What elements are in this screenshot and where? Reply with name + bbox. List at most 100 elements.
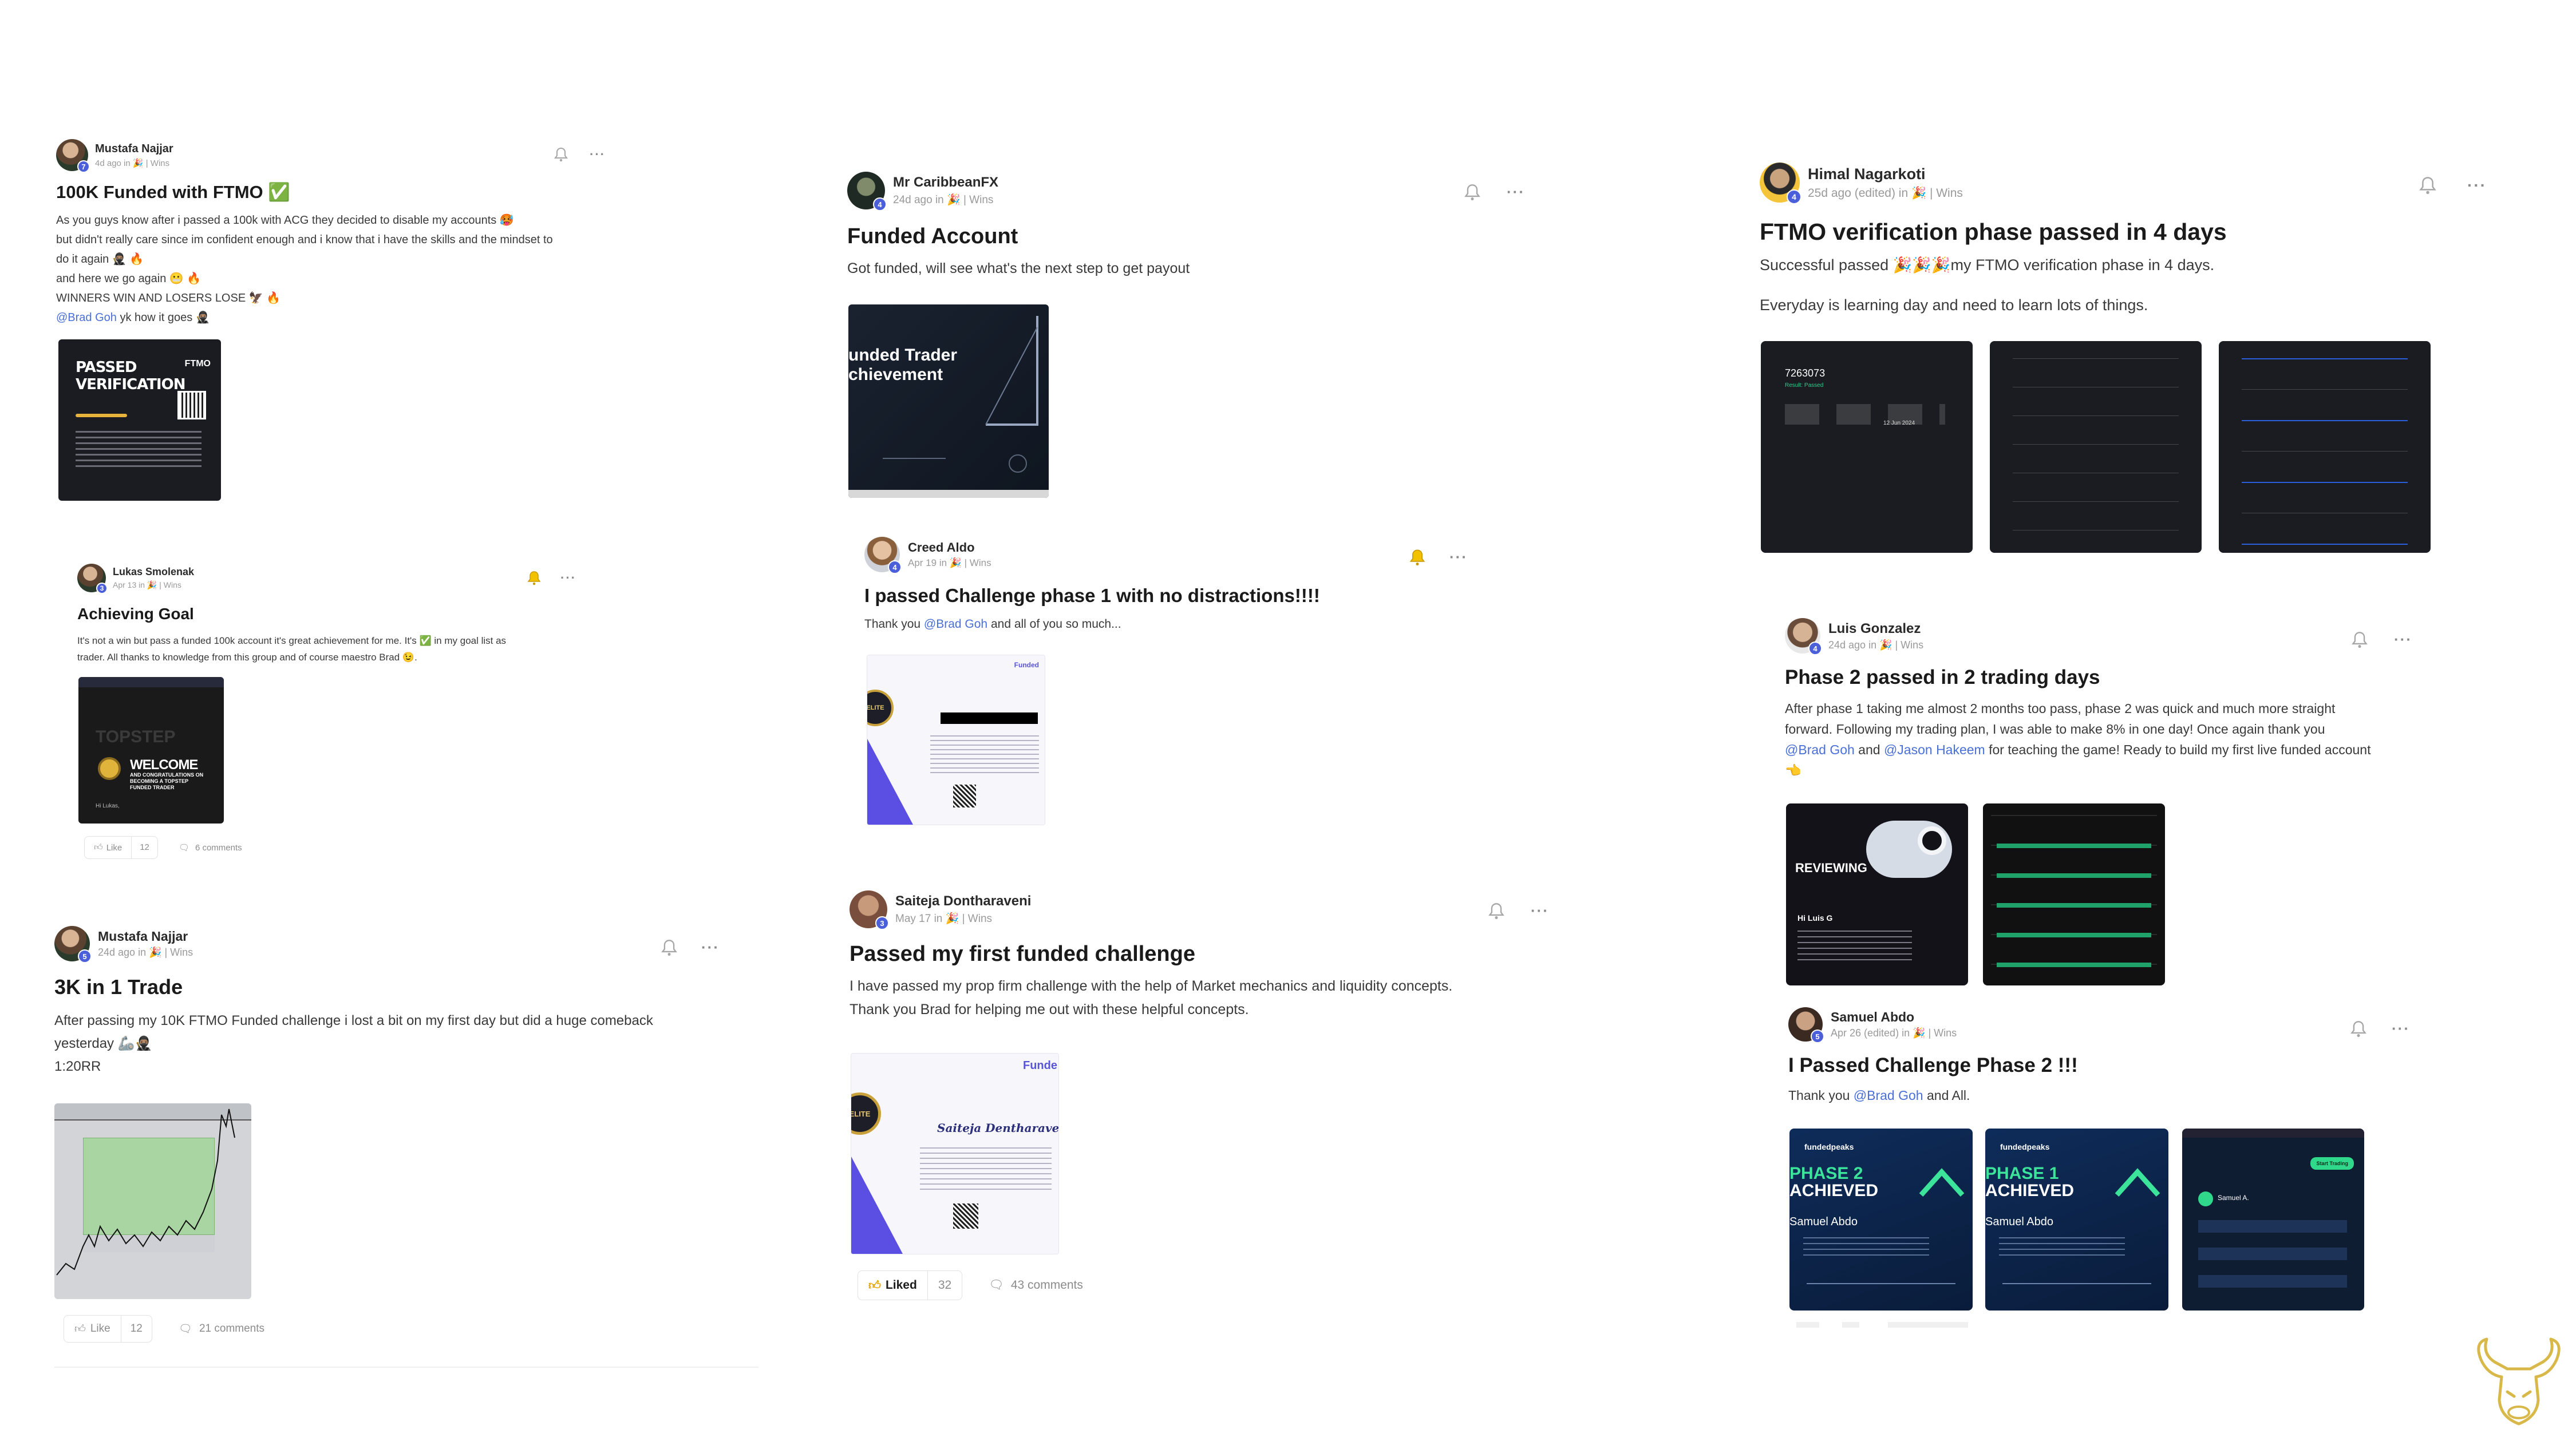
level-badge: 7 xyxy=(77,160,90,173)
more-options-icon[interactable]: ··· xyxy=(590,147,606,162)
level-badge: 3 xyxy=(96,583,108,594)
author-name[interactable]: Lukas Smolenak xyxy=(113,566,194,578)
post-image-topstep-welcome[interactable]: TOPSTEP WELCOME AND CONGRATULATIONS ON B… xyxy=(78,677,224,824)
purple-corner xyxy=(867,739,913,825)
post-image-trade-chart[interactable] xyxy=(54,1103,251,1299)
author-name[interactable]: Himal Nagarkoti xyxy=(1808,165,1963,183)
author-name[interactable]: Mr CaribbeanFX xyxy=(893,175,998,191)
avatar[interactable]: 4 xyxy=(1785,618,1822,655)
author-name[interactable]: Saiteja Dontharaveni xyxy=(895,893,1031,909)
stats-rows xyxy=(2013,358,2179,547)
more-options-icon[interactable]: ··· xyxy=(2392,1020,2410,1038)
avatar[interactable]: 3 xyxy=(77,564,108,594)
comments-count: 21 comments xyxy=(199,1323,265,1335)
post-image-ftmo-certificate[interactable]: PASSED VERIFICATION FTMO xyxy=(58,339,221,501)
post-title[interactable]: FTMO verification phase passed in 4 days xyxy=(1760,219,2447,246)
mention-link[interactable]: @Brad Goh xyxy=(924,617,987,631)
avatar[interactable]: 4 xyxy=(847,172,887,211)
post-image-funded-trader-achievement[interactable]: unded Trader chievement xyxy=(848,304,1049,498)
avatar[interactable]: 5 xyxy=(1788,1007,1824,1043)
funded-logo: Funded xyxy=(1014,661,1039,669)
avatar[interactable]: 7 xyxy=(56,139,90,173)
bell-icon[interactable] xyxy=(527,571,541,585)
post-title[interactable]: I Passed Challenge Phase 2 !!! xyxy=(1788,1054,2447,1077)
price-line xyxy=(56,1108,235,1276)
post-image-funded-certificate[interactable]: ELITE Funde Saiteja Dentharaveni xyxy=(851,1053,1059,1254)
author-name[interactable]: Mustafa Najjar xyxy=(98,929,193,944)
post-image-reviewing[interactable]: REVIEWING Hi Luis G xyxy=(1786,803,1968,985)
post-passed-challenge-phase-2: 5 Samuel Abdo Apr 26 (edited) in 🎉 | Win… xyxy=(1788,1007,2447,1328)
post-image-ftmo-stats[interactable] xyxy=(1990,341,2202,553)
bell-icon[interactable] xyxy=(554,147,568,162)
bell-icon[interactable] xyxy=(1409,549,1425,566)
post-image-trade-history[interactable] xyxy=(1983,803,2165,985)
post-title[interactable]: Achieving Goal xyxy=(77,605,575,623)
post-body-line: 1:20RR xyxy=(54,1059,101,1074)
more-options-icon[interactable]: ··· xyxy=(1449,548,1468,566)
bell-icon[interactable] xyxy=(2419,176,2436,195)
faded-action-bar xyxy=(1796,1322,1968,1328)
post-passed-first-funded-challenge: 3 Saiteja Dontharaveni May 17 in 🎉 | Win… xyxy=(850,890,1565,1300)
more-options-icon[interactable]: ··· xyxy=(1531,902,1549,920)
more-options-icon[interactable]: ··· xyxy=(2394,631,2412,648)
phase-heading: PHASE 2 xyxy=(1789,1164,1863,1183)
avatar[interactable]: 4 xyxy=(1760,163,1801,204)
post-body-line: 👈 xyxy=(1785,763,1801,778)
like-button[interactable]: 👍︎ Like 12 xyxy=(84,836,158,859)
more-options-icon[interactable]: ··· xyxy=(1507,183,1525,201)
post-title[interactable]: 3K in 1 Trade xyxy=(54,975,758,999)
post-title[interactable]: Phase 2 passed in 2 trading days xyxy=(1785,666,2443,689)
author-name[interactable]: Luis Gonzalez xyxy=(1828,621,1923,637)
mention-link[interactable]: @Jason Hakeem xyxy=(1884,742,1985,757)
avatar[interactable]: 4 xyxy=(864,537,902,574)
post-title[interactable]: 100K Funded with FTMO ✅ xyxy=(56,181,617,203)
post-body-line: After passing my 10K FTMO Funded challen… xyxy=(54,1013,653,1028)
email-text-lines xyxy=(1797,931,1912,965)
post-image-funded-certificate[interactable]: ELITE Funded xyxy=(867,655,1045,825)
comments-button[interactable]: 🗨︎ 43 comments xyxy=(989,1278,1083,1292)
like-button[interactable]: 👍︎ Like 12 xyxy=(64,1315,152,1343)
more-options-icon[interactable]: ··· xyxy=(560,571,576,585)
mention-link[interactable]: @Brad Goh xyxy=(1785,742,1855,757)
like-count: 12 xyxy=(131,837,157,858)
more-options-icon[interactable]: ··· xyxy=(701,939,720,956)
avatar[interactable]: 5 xyxy=(54,926,92,963)
bell-icon[interactable] xyxy=(1488,902,1504,920)
post-title[interactable]: Funded Account xyxy=(847,224,1546,249)
greeting: Hi Luis G xyxy=(1797,913,1833,923)
post-title[interactable]: Passed my first funded challenge xyxy=(850,942,1565,967)
bell-icon[interactable] xyxy=(2350,1020,2366,1038)
post-image-phase-1-certificate[interactable]: fundedpeaks PHASE 1 ACHIEVED Samuel Abdo xyxy=(1985,1129,2168,1311)
more-options-icon[interactable]: ··· xyxy=(2467,176,2487,195)
post-body-line: Thank you @Brad Goh and All. xyxy=(1788,1088,1970,1103)
post-image-ftmo-objectives[interactable] xyxy=(2219,341,2431,553)
author-name[interactable]: Creed Aldo xyxy=(908,540,991,555)
comments-button[interactable]: 🗨︎ 21 comments xyxy=(179,1322,264,1336)
post-image-dashboard[interactable]: Start Trading Samuel A. xyxy=(2182,1129,2364,1311)
post-body-line: It's not a win but pass a funded 100k ac… xyxy=(77,635,507,646)
author-name[interactable]: Mustafa Najjar xyxy=(95,142,173,156)
profit-badges xyxy=(1997,844,2151,969)
avatar[interactable]: 3 xyxy=(850,890,889,930)
bell-icon[interactable] xyxy=(1464,184,1480,201)
post-image-phase-2-certificate[interactable]: fundedpeaks PHASE 2 ACHIEVED Samuel Abdo xyxy=(1789,1129,1973,1311)
like-button[interactable]: 👍︎ Liked 32 xyxy=(858,1270,963,1300)
post-image-ftmo-account[interactable]: 7263073 Result: Passed 12 Jun 2024 xyxy=(1761,341,1973,553)
post-title[interactable]: I passed Challenge phase 1 with no distr… xyxy=(864,585,1500,607)
bell-icon[interactable] xyxy=(661,939,677,956)
achieved-heading: ACHIEVED xyxy=(1985,1181,2075,1200)
post-body-line: trader. All thanks to knowledge from thi… xyxy=(77,652,417,663)
comments-button[interactable]: 🗨︎ 6 comments xyxy=(179,842,242,853)
post-meta: Apr 13 in 🎉 | Wins xyxy=(113,580,181,589)
bell-icon[interactable] xyxy=(2352,631,2368,648)
mention-link[interactable]: @Brad Goh xyxy=(1854,1088,1923,1103)
mention-link[interactable]: @Brad Goh xyxy=(56,311,117,324)
post-body-line: Everyday is learning day and need to lea… xyxy=(1760,296,2148,314)
post-meta: 25d ago (edited) in 🎉 | Wins xyxy=(1808,186,1963,200)
level-badge: 4 xyxy=(873,197,887,211)
welcome-heading: WELCOME xyxy=(130,757,198,773)
comments-count: 43 comments xyxy=(1010,1278,1083,1292)
author-name[interactable]: Samuel Abdo xyxy=(1831,1009,1957,1025)
like-label: Like xyxy=(106,842,123,853)
post-body-line: After phase 1 taking me almost 2 months … xyxy=(1785,701,2336,716)
